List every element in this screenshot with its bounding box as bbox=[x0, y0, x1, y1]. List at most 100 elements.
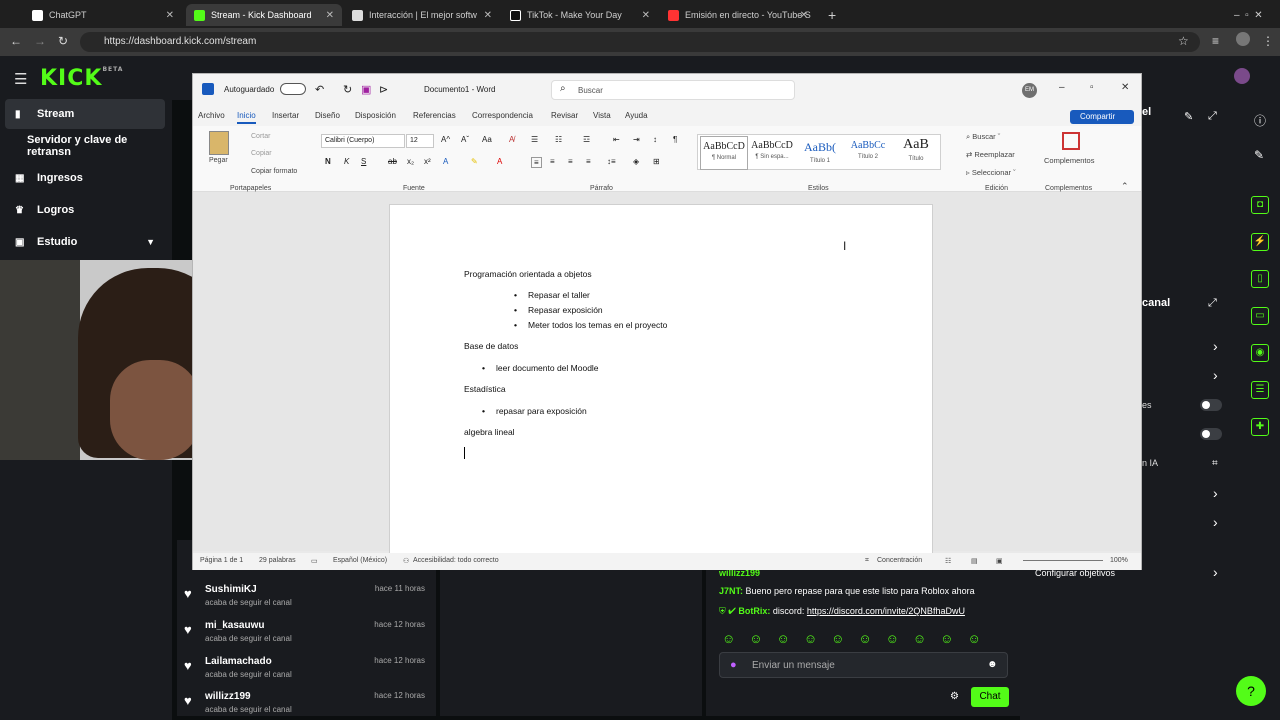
italic-icon[interactable]: K bbox=[344, 157, 349, 166]
sidebar-item-estudio[interactable]: ▣ Estudio ▼ bbox=[5, 227, 165, 257]
change-case-icon[interactable]: Aa bbox=[482, 135, 492, 144]
doc-heading[interactable]: algebra lineal bbox=[464, 427, 515, 437]
chevron-right-icon[interactable]: › bbox=[1213, 564, 1218, 580]
page-count[interactable]: Página 1 de 1 bbox=[200, 557, 243, 564]
focus-mode-button[interactable]: Concentración bbox=[877, 557, 922, 564]
tab-correspondencia[interactable]: Correspondencia bbox=[472, 111, 533, 120]
phone-icon[interactable]: ▯ bbox=[1251, 270, 1269, 288]
zoom-level[interactable]: 100% bbox=[1110, 557, 1128, 564]
microphone-icon[interactable]: ● bbox=[730, 659, 737, 671]
increase-indent-icon[interactable]: ⇥ bbox=[633, 135, 640, 144]
lightning-icon[interactable]: ⚡ bbox=[1251, 233, 1269, 251]
chat-icon[interactable]: ▭ bbox=[1251, 307, 1269, 325]
chat-username[interactable]: J7NT: bbox=[719, 586, 743, 596]
proofing-icon[interactable]: ▭ bbox=[311, 557, 318, 565]
share-button[interactable]: Compartir bbox=[1070, 110, 1134, 124]
redo-icon[interactable]: ↻ bbox=[343, 83, 352, 96]
info-icon[interactable]: ⓘ bbox=[1254, 112, 1266, 129]
subscript-icon[interactable]: x₂ bbox=[407, 157, 414, 166]
close-icon[interactable]: ✕ bbox=[642, 10, 650, 21]
dock-icon-1[interactable]: ◘ bbox=[1251, 196, 1269, 214]
chat-input[interactable]: Enviar un mensaje bbox=[719, 652, 1008, 678]
tab-referencias[interactable]: Referencias bbox=[413, 111, 456, 120]
chevron-right-icon[interactable]: › bbox=[1213, 485, 1218, 501]
cut-button[interactable]: Cortar bbox=[251, 133, 270, 140]
window-controls[interactable]: – ▫ ✕ bbox=[1226, 4, 1276, 26]
sidebar-item-stream[interactable]: ▮ Stream bbox=[5, 99, 165, 129]
tab-insertar[interactable]: Insertar bbox=[272, 111, 299, 120]
autosave-toggle[interactable] bbox=[280, 83, 306, 95]
close-icon[interactable]: ✕ bbox=[326, 10, 334, 21]
list-icon[interactable]: ☰ bbox=[1251, 381, 1269, 399]
emoji-icon[interactable]: ☻ bbox=[987, 659, 998, 670]
accessibility-status[interactable]: Accesibilidad: todo correcto bbox=[413, 557, 499, 564]
multilevel-icon[interactable]: ☲ bbox=[583, 135, 590, 144]
select-button[interactable]: ▹ Seleccionar ˇ bbox=[966, 168, 1016, 177]
shrink-font-icon[interactable]: Aˇ bbox=[461, 135, 469, 144]
tab-disposicion[interactable]: Disposición bbox=[355, 111, 396, 120]
underline-icon[interactable]: S bbox=[361, 157, 366, 166]
edit-icon[interactable]: ✎ bbox=[1184, 110, 1193, 123]
back-icon[interactable]: ← bbox=[10, 34, 22, 48]
doc-heading[interactable]: Base de datos bbox=[464, 341, 518, 351]
minimize-icon[interactable]: – bbox=[1059, 82, 1065, 93]
strikethrough-icon[interactable]: ab bbox=[388, 157, 397, 166]
new-tab-button[interactable]: + bbox=[820, 4, 840, 26]
sidebar-item-ingresos[interactable]: ▦ Ingresos bbox=[5, 163, 165, 193]
borders-icon[interactable]: ⊞ bbox=[653, 157, 660, 166]
doc-heading[interactable]: Programación orientada a objetos bbox=[464, 269, 592, 279]
wrench-icon[interactable]: ✚ bbox=[1251, 418, 1269, 436]
copy-button[interactable]: Copiar bbox=[251, 150, 272, 157]
print-layout-icon[interactable]: ▤ bbox=[971, 557, 978, 565]
doc-heading[interactable]: Estadística bbox=[464, 384, 506, 394]
align-right-icon[interactable]: ≡ bbox=[568, 157, 573, 166]
tab-diseno[interactable]: Diseño bbox=[315, 111, 340, 120]
font-color-icon[interactable]: A bbox=[497, 157, 502, 166]
profile-avatar[interactable] bbox=[1236, 32, 1250, 46]
word-search-input[interactable]: Buscar bbox=[551, 80, 795, 100]
style-normal[interactable]: AaBbCcD ¶ Normal bbox=[700, 136, 748, 170]
clear-format-icon[interactable]: A̸ bbox=[509, 135, 514, 144]
collapse-ribbon-icon[interactable]: ⌃ bbox=[1121, 181, 1129, 192]
user-avatar[interactable]: EM bbox=[1022, 83, 1037, 98]
broadcast-icon[interactable]: ◉ bbox=[1251, 344, 1269, 362]
open-icon[interactable]: ⊳ bbox=[379, 83, 388, 96]
undo-icon[interactable]: ↶ bbox=[315, 83, 324, 96]
bullets-icon[interactable]: ☰ bbox=[531, 135, 538, 144]
text-effects-icon[interactable]: A bbox=[443, 157, 448, 166]
bookmark-star-icon[interactable]: ☆ bbox=[1178, 34, 1189, 48]
find-button[interactable]: ⌕ Buscar ˇ bbox=[966, 132, 1000, 142]
gear-icon[interactable]: ⚙ bbox=[950, 691, 959, 702]
tab-inicio[interactable]: Inicio bbox=[237, 111, 256, 124]
tab-youtube[interactable]: Emisión en directo - YouTube S ✕ bbox=[660, 4, 816, 26]
menu-icon[interactable]: ⋮ bbox=[1262, 34, 1274, 48]
document-page[interactable]: Programación orientada a objetos Repasar… bbox=[389, 204, 933, 564]
style-no-spacing[interactable]: AaBbCcD ¶ Sin espa... bbox=[748, 136, 796, 170]
read-mode-icon[interactable]: ☷ bbox=[945, 557, 951, 565]
discord-link[interactable]: https://discord.com/invite/2QNBfhaDwU bbox=[807, 606, 965, 616]
superscript-icon[interactable]: x² bbox=[424, 157, 431, 166]
reload-icon[interactable]: ↻ bbox=[58, 34, 68, 48]
sort-icon[interactable]: ↕ bbox=[653, 135, 657, 144]
doc-bullet[interactable]: Meter todos los temas en el proyecto bbox=[514, 320, 667, 330]
pilcrow-icon[interactable]: ¶ bbox=[673, 135, 677, 144]
align-left-icon[interactable]: ≡ bbox=[531, 157, 542, 168]
align-center-icon[interactable]: ≡ bbox=[550, 157, 555, 166]
style-title[interactable]: AaB Título bbox=[892, 136, 940, 170]
doc-bullet[interactable]: Repasar exposición bbox=[514, 305, 603, 315]
toggle-switch[interactable] bbox=[1200, 428, 1222, 440]
expand-icon[interactable]: ⤢ bbox=[1208, 110, 1217, 123]
tab-vista[interactable]: Vista bbox=[593, 111, 611, 120]
doc-bullet[interactable]: Repasar el taller bbox=[514, 290, 590, 300]
tab-search-icon[interactable]: ≡ bbox=[1212, 34, 1219, 48]
toggle-switch[interactable] bbox=[1200, 399, 1222, 411]
chevron-right-icon[interactable]: › bbox=[1213, 367, 1218, 383]
numbering-icon[interactable]: ☷ bbox=[555, 135, 562, 144]
forward-icon[interactable]: → bbox=[34, 34, 46, 48]
grow-font-icon[interactable]: A^ bbox=[441, 135, 450, 144]
close-icon[interactable]: ✕ bbox=[484, 10, 492, 21]
format-painter-button[interactable]: Copiar formato bbox=[251, 168, 297, 175]
chat-username[interactable]: BotRix: bbox=[738, 606, 770, 616]
shading-icon[interactable]: ◈ bbox=[633, 157, 639, 166]
chart-icon[interactable]: ⌗ bbox=[1212, 458, 1218, 469]
